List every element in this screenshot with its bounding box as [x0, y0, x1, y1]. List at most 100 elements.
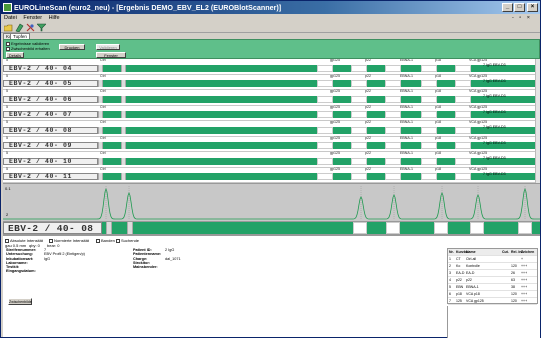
strip-header-units: 5: [6, 104, 8, 109]
table-cell: EBN: [456, 285, 464, 289]
table-row[interactable]: 3 EA-D EA-D 26 +++: [448, 270, 537, 277]
strip-header-label: p22: [365, 89, 371, 93]
strip-label: EBV-2 / 40- 11: [3, 173, 98, 180]
antigen-band: [421, 80, 437, 87]
strip-result: 7 IgG EBV-D3: [483, 125, 506, 129]
strip-header-label: Ctrl: [100, 104, 106, 109]
table-row[interactable]: 5 EBN EBNA-1 38 +++: [448, 284, 537, 291]
strip-image: EBV-2 / 40- 11: [3, 173, 540, 180]
strip-list[interactable]: 5 Ctrl gp125 p22 EBNA-1 p18 VCA gp125 EBV-2 / 4…: [3, 59, 540, 183]
table-row[interactable]: 7 125 VCA gp125 120 +++: [448, 298, 537, 305]
strip-header-label: p18: [435, 166, 441, 171]
table-cell: +++: [521, 285, 528, 289]
strip-image: EBV-2 / 40- 10: [3, 157, 540, 165]
strip-header-label: p18: [435, 104, 441, 109]
strip-header-label: p18: [435, 89, 441, 93]
strip-row[interactable]: 5 Ctrl gp125 p22 EBNA-1 p18 VCA gp125 EBV-2 / 4…: [3, 89, 540, 106]
scan-strip-icon[interactable]: [15, 23, 24, 32]
minimize-button[interactable]: _: [502, 3, 513, 12]
open-folder-icon[interactable]: [4, 23, 13, 32]
strip-header-label: VCA gp125: [469, 166, 488, 171]
close-button[interactable]: ×: [527, 3, 538, 12]
strip-row[interactable]: 5 Ctrl gp125 p22 EBNA-1 p18 VCA gp125 EBV-2 / 4…: [3, 120, 540, 137]
strip-header-label: gp125: [330, 120, 340, 124]
table-row[interactable]: 6 p18 VCA p18 120 +++: [448, 291, 537, 298]
menu-fenster[interactable]: Fenster: [23, 15, 42, 21]
table-cell: Zeichen: [521, 250, 535, 254]
antigen-band: [317, 173, 333, 180]
strip-row[interactable]: 5 Ctrl gp125 p22 EBNA-1 p18 VCA gp125 EBV-2 / 4…: [3, 59, 540, 75]
evaluate-icon[interactable]: [26, 23, 35, 32]
band-p22: [386, 222, 400, 234]
antigen-band: [455, 126, 471, 134]
strip-label: EBV-2 / 40- 08: [3, 126, 98, 134]
vertical-scrollbar[interactable]: [535, 59, 540, 183]
opt-bands[interactable]: Banden: [96, 238, 115, 243]
details-button[interactable]: Details: [6, 52, 24, 58]
antigen-band: [385, 126, 401, 134]
band-p18: [470, 222, 484, 234]
validate-button[interactable]: Validieren: [96, 44, 120, 50]
intensity-curve: [3, 186, 540, 220]
band-ctrl: [98, 64, 103, 72]
table-cell: 63: [511, 278, 515, 282]
app-window: EUROLineScan (euro2_neu) - [Ergebnis DEM…: [0, 0, 541, 338]
info-row: Eingangsdatum:: [6, 269, 206, 273]
strip-row[interactable]: 5 Ctrl gp125 p22 EBNA-1 p18 VCA gp125 EBV-2 / 4…: [3, 166, 540, 183]
strip-row[interactable]: 5 Ctrl gp125 p22 EBNA-1 p18 VCA gp125 EBV-2 / 4…: [3, 104, 540, 121]
close-window-button[interactable]: Fenster schließen: [96, 52, 126, 63]
strip-label: EBV-2 / 40- 10: [3, 157, 98, 165]
table-row[interactable]: 4 p22 p22 63 +++: [448, 277, 537, 284]
strip-header-label: p22: [365, 120, 371, 124]
band-ctrl: [98, 95, 103, 103]
band-ctrl: [98, 142, 103, 149]
table-cell: +++: [521, 299, 528, 303]
band-ctrl: [98, 173, 103, 180]
print-button[interactable]: Drucken: [59, 44, 85, 50]
strip-header-label: Ctrl: [100, 59, 106, 62]
table-cell: EA-D: [466, 271, 475, 275]
menu-hilfe[interactable]: Hilfe: [49, 15, 60, 21]
antigen-band: [351, 157, 367, 165]
table-row[interactable]: 2 Ko Kontrolle 120 +++: [448, 263, 537, 270]
antigen-band: [421, 142, 437, 149]
menu-datei[interactable]: Datei: [4, 15, 17, 21]
result-table[interactable]: Nr. Kurzbz. Name Cut. Rel. Int. Zeichen 1 CT Ctr…: [447, 248, 538, 305]
table-cell: Cut.: [502, 250, 509, 254]
table-cell: Name: [466, 250, 476, 254]
antigen-band: [455, 64, 471, 72]
strip-header-label: Ctrl: [100, 135, 106, 140]
strip-header-units: 5: [6, 166, 8, 171]
strip-result: 7 IgG EBV-D3: [483, 94, 506, 98]
mdi-controls[interactable]: - ▫ ×: [512, 14, 532, 22]
band-marker: [121, 64, 126, 72]
table-row[interactable]: 1 CT Ctrl-all +: [448, 256, 537, 263]
antigen-band: [317, 157, 333, 165]
strip-label: EBV-2 / 40- 07: [3, 111, 98, 118]
strip-row[interactable]: 5 Ctrl gp125 p22 EBNA-1 p18 VCA gp125 EBV-2 / 4…: [3, 74, 540, 90]
strip-header-label: EBNA-1: [400, 89, 413, 93]
results-button[interactable]: Zwischenbilde: [8, 298, 32, 305]
band-marker: [121, 157, 126, 165]
title-bar: EUROLineScan (euro2_neu) - [Ergebnis DEM…: [1, 1, 540, 14]
keep-intermediate-checkbox[interactable]: Zwischenbild erhalten: [6, 46, 50, 51]
band-marker: [121, 142, 126, 149]
strip-header-label: gp125: [330, 59, 340, 62]
table-cell: +++: [521, 264, 528, 268]
strip-row[interactable]: 5 Ctrl gp125 p22 EBNA-1 p18 VCA gp125 EBV-2 / 4…: [3, 135, 540, 152]
table-cell: +++: [521, 271, 528, 275]
strip-header-label: gp125: [330, 89, 340, 93]
filter-icon[interactable]: [37, 23, 46, 32]
strip-label: EBV-2 / 40- 05: [3, 80, 98, 87]
antigen-band: [385, 142, 401, 149]
opt-search[interactable]: Suchende: [116, 238, 139, 243]
strip-row[interactable]: 5 Ctrl gp125 p22 EBNA-1 p18 VCA gp125 EBV-2 / 4…: [3, 151, 540, 168]
strip-header-units: 5: [6, 120, 8, 124]
strip-header-label: p22: [365, 166, 371, 171]
antigen-band: [351, 80, 367, 87]
maximize-button[interactable]: □: [514, 3, 525, 12]
table-cell: Kontrolle: [466, 264, 480, 268]
strip-header-label: VCA gp125: [469, 135, 488, 140]
strip-header-label: p18: [435, 151, 441, 155]
strip-image: EBV-2 / 40- 08: [3, 126, 540, 134]
